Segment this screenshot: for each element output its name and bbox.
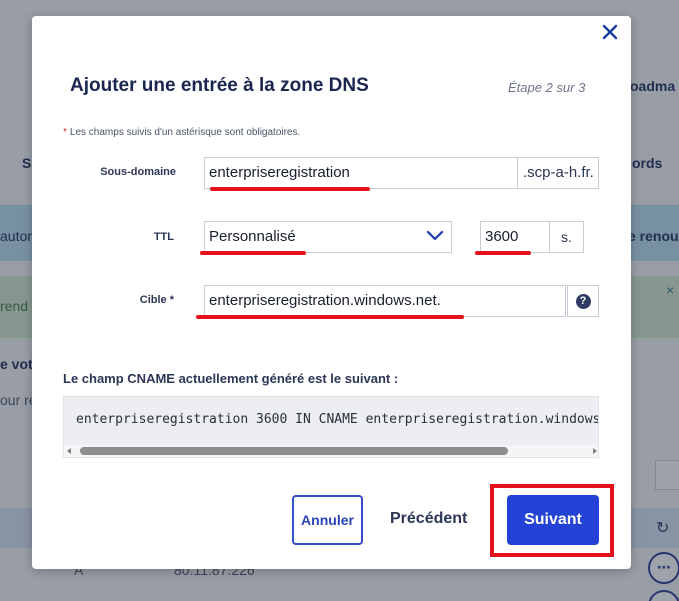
required-fields-note: * Les champs suivis d'un astérisque sont … <box>63 127 300 138</box>
help-icon: ? <box>575 293 591 309</box>
annotation-underline <box>200 251 306 255</box>
chevron-down-icon[interactable] <box>426 229 444 243</box>
scroll-right-icon[interactable] <box>593 448 597 454</box>
required-note-text: Les champs suivis d'un astérisque sont o… <box>69 127 301 138</box>
target-label: Cible * <box>139 294 174 306</box>
help-button[interactable]: ? <box>567 285 599 317</box>
previous-button[interactable]: Précédent <box>390 510 467 528</box>
annotation-underline <box>475 251 531 255</box>
horizontal-scrollbar[interactable] <box>64 445 598 457</box>
step-indicator: Étape 2 sur 3 <box>508 80 586 95</box>
scrollbar-thumb[interactable] <box>80 447 508 455</box>
annotation-underline <box>210 187 370 191</box>
required-star: * <box>63 127 67 138</box>
cancel-button[interactable]: Annuler <box>292 495 363 545</box>
subdomain-label: Sous-domaine <box>100 166 176 178</box>
ttl-select[interactable]: Personnalisé <box>204 221 452 253</box>
annotation-underline <box>196 315 464 319</box>
subdomain-input[interactable]: enterpriseregistration <box>204 157 518 189</box>
cname-preview: enterpriseregistration 3600 IN CNAME ent… <box>63 396 599 458</box>
dns-entry-modal: Ajouter une entrée à la zone DNS Étape 2… <box>32 16 631 569</box>
ttl-unit: s. <box>549 221 584 253</box>
cname-record: enterpriseregistration 3600 IN CNAME ent… <box>76 412 599 427</box>
cname-heading: Le champ CNAME actuellement généré est l… <box>63 371 399 386</box>
next-button[interactable]: Suivant <box>507 495 599 545</box>
ttl-value-input[interactable]: 3600 <box>480 221 550 253</box>
scroll-left-icon[interactable] <box>67 448 71 454</box>
target-input[interactable]: enterpriseregistration.windows.net. <box>204 285 566 317</box>
close-icon[interactable] <box>599 21 621 43</box>
ttl-label: TTL <box>153 231 174 243</box>
modal-title: Ajouter une entrée à la zone DNS <box>70 75 369 96</box>
domain-suffix: .scp-a-h.fr. <box>517 157 599 189</box>
